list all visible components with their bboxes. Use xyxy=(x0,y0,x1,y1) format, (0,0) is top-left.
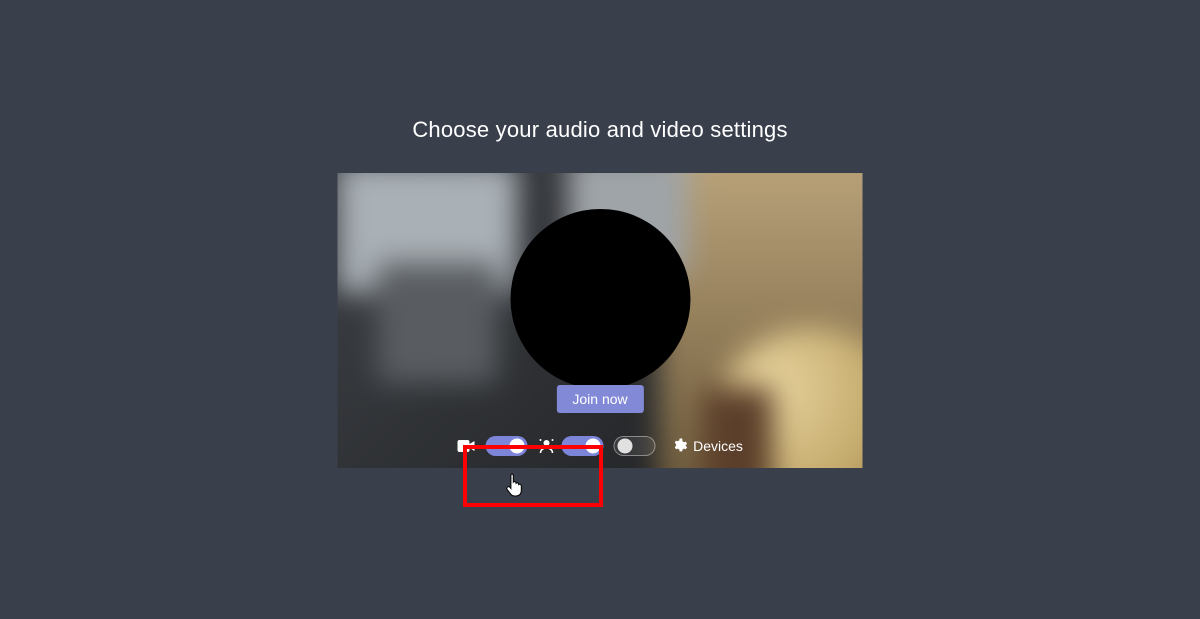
background-blur-icon xyxy=(537,436,555,454)
camera-toggle[interactable] xyxy=(485,435,527,455)
mic-toggle-knob xyxy=(617,438,632,453)
face-redaction-circle xyxy=(510,209,690,389)
background-blur-toggle[interactable] xyxy=(561,435,603,455)
background-blur-toggle-knob xyxy=(585,438,600,453)
devices-label: Devices xyxy=(693,437,743,453)
pointer-cursor-icon xyxy=(505,472,527,498)
page-title: Choose your audio and video settings xyxy=(412,116,787,142)
background-blur-group xyxy=(537,435,603,455)
gear-icon xyxy=(671,437,687,453)
devices-button[interactable]: Devices xyxy=(671,437,743,453)
camera-icon xyxy=(457,438,475,452)
join-now-label: Join now xyxy=(572,390,627,406)
controls-row: Devices xyxy=(338,435,863,455)
mic-toggle[interactable] xyxy=(613,435,655,455)
camera-toggle-knob xyxy=(509,438,524,453)
join-now-button[interactable]: Join now xyxy=(556,384,643,412)
video-preview: Join now xyxy=(338,172,863,467)
